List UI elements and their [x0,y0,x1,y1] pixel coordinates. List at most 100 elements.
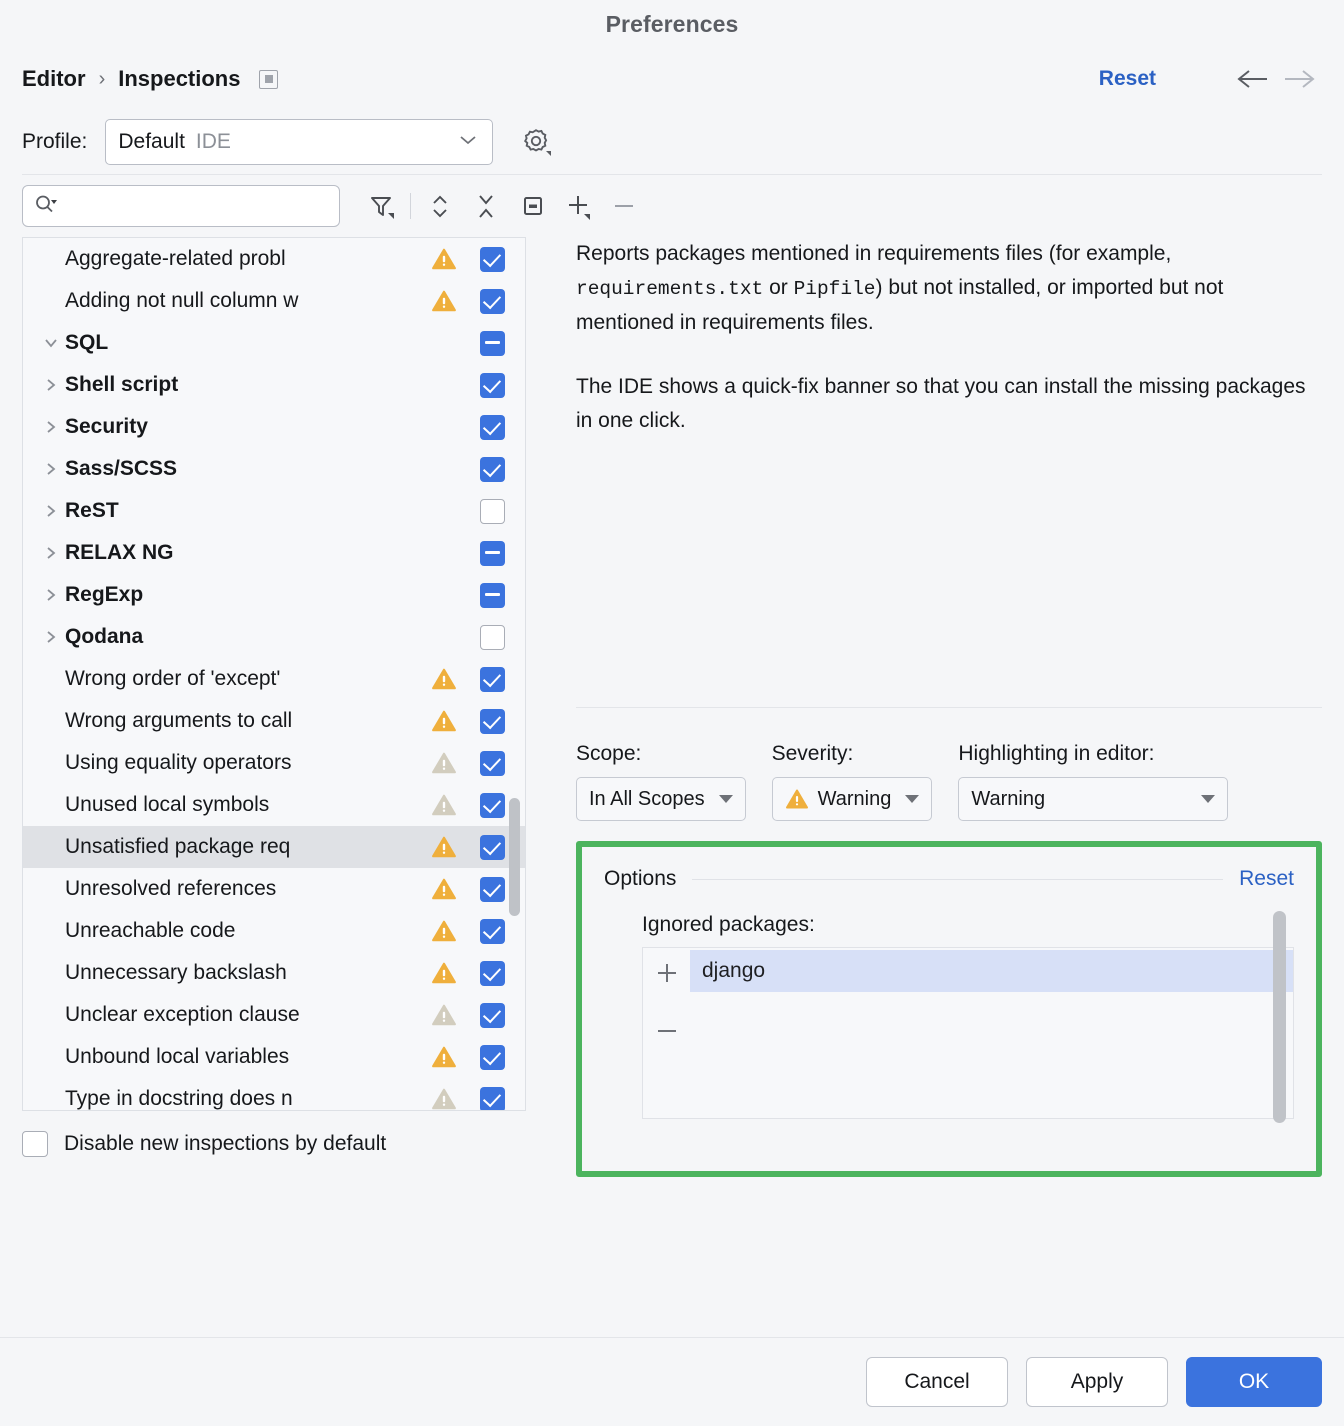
ok-button[interactable]: OK [1186,1357,1322,1407]
tree-row-checkbox[interactable] [480,625,505,650]
tree-row-checkbox[interactable] [480,961,505,986]
ignored-package-item[interactable]: django [690,950,1293,992]
tree-item-row[interactable]: Unused local symbols [23,784,525,826]
cancel-button[interactable]: Cancel [866,1357,1008,1407]
chevron-right-icon[interactable] [37,628,65,646]
tree-row-checkbox-cell[interactable] [459,457,525,482]
tree-group-row[interactable]: ReST [23,490,525,532]
tree-item-row[interactable]: Wrong arguments to call [23,700,525,742]
tree-row-checkbox-cell[interactable] [459,247,525,272]
tree-row-checkbox[interactable] [480,499,505,524]
profile-select[interactable]: Default IDE [105,119,493,165]
arrow-left-icon[interactable] [1230,66,1276,92]
tree-row-checkbox-cell[interactable] [459,1003,525,1028]
tree-row-checkbox-cell[interactable] [459,919,525,944]
tree-row-checkbox-cell[interactable] [459,709,525,734]
tree-row-checkbox-cell[interactable] [459,331,525,356]
chevron-right-icon[interactable] [37,544,65,562]
scope-select[interactable]: In All Scopes [576,777,746,821]
tree-row-checkbox-cell[interactable] [459,1045,525,1070]
tree-row-checkbox[interactable] [480,415,505,440]
inspections-tree[interactable]: Aggregate-related probl Adding not null … [22,237,526,1111]
tree-item-row[interactable]: Type in docstring does n [23,1078,525,1111]
window-title: Preferences [606,11,739,38]
tree-item-row[interactable]: Wrong order of 'except' [23,658,525,700]
tree-item-row[interactable]: Unbound local variables [23,1036,525,1078]
tree-row-checkbox-cell[interactable] [459,373,525,398]
chevron-right-icon[interactable] [37,376,65,394]
tree-row-checkbox[interactable] [480,1087,505,1112]
tree-row-checkbox[interactable] [480,835,505,860]
plus-icon[interactable] [650,956,684,990]
tree-row-checkbox[interactable] [480,541,505,566]
tree-item-row[interactable]: Unclear exception clause [23,994,525,1036]
tree-row-checkbox[interactable] [480,289,505,314]
tree-group-row[interactable]: Qodana [23,616,525,658]
filter-icon[interactable] [358,185,404,227]
search-field[interactable] [22,185,340,227]
warning-triangle-icon [429,246,459,272]
gear-icon[interactable] [517,122,557,162]
reset-link[interactable]: Reset [1099,67,1156,91]
tree-row-checkbox-cell[interactable] [459,751,525,776]
highlighting-select[interactable]: Warning [958,777,1228,821]
chevron-right-icon[interactable] [37,418,65,436]
tree-item-row[interactable]: Unreachable code [23,910,525,952]
tree-group-row[interactable]: SQL [23,322,525,364]
tree-item-row[interactable]: Adding not null column w [23,280,525,322]
tree-row-checkbox[interactable] [480,1045,505,1070]
tree-row-checkbox[interactable] [480,667,505,692]
expand-collapse-icon[interactable] [417,185,463,227]
tree-item-row[interactable]: Unsatisfied package req [23,826,525,868]
tree-row-checkbox[interactable] [480,247,505,272]
tree-group-row[interactable]: Sass/SCSS [23,448,525,490]
tree-group-row[interactable]: RELAX NG [23,532,525,574]
tree-row-checkbox-cell[interactable] [459,289,525,314]
tree-row-checkbox[interactable] [480,709,505,734]
options-scrollbar[interactable] [1273,911,1286,1123]
tree-item-row[interactable]: Aggregate-related probl [23,238,525,280]
tree-row-checkbox-cell[interactable] [459,415,525,440]
collapse-all-icon[interactable] [463,185,509,227]
tree-group-row[interactable]: RegExp [23,574,525,616]
tree-row-checkbox-cell[interactable] [459,625,525,650]
disable-new-inspections-checkbox[interactable] [22,1131,48,1157]
chevron-right-icon[interactable] [37,460,65,478]
tree-row-checkbox[interactable] [480,793,505,818]
tree-row-checkbox[interactable] [480,919,505,944]
tree-group-row[interactable]: Shell script [23,364,525,406]
search-input[interactable] [67,195,329,217]
tree-row-checkbox[interactable] [480,373,505,398]
group-by-icon[interactable] [509,185,555,227]
tree-group-row[interactable]: Security [23,406,525,448]
apply-button[interactable]: Apply [1026,1357,1168,1407]
options-reset-link[interactable]: Reset [1239,867,1294,891]
disable-new-inspections-row[interactable]: Disable new inspections by default [22,1111,526,1177]
tree-row-checkbox-cell[interactable] [459,667,525,692]
tree-row-checkbox[interactable] [480,1003,505,1028]
add-icon[interactable] [555,185,601,227]
chevron-down-icon[interactable] [37,335,65,351]
tree-item-row[interactable]: Unnecessary backslash [23,952,525,994]
chevron-right-icon[interactable] [37,502,65,520]
tree-item-row[interactable]: Using equality operators [23,742,525,784]
tree-row-checkbox[interactable] [480,331,505,356]
tree-row-checkbox[interactable] [480,583,505,608]
chevron-right-icon[interactable] [37,586,65,604]
arrow-right-icon[interactable] [1276,66,1322,92]
tree-scrollbar[interactable] [509,798,520,916]
tree-row-checkbox-cell[interactable] [459,541,525,566]
tree-row-checkbox-cell[interactable] [459,1087,525,1112]
tree-row-checkbox-cell[interactable] [459,583,525,608]
tree-row-checkbox-cell[interactable] [459,961,525,986]
tree-row-checkbox-cell[interactable] [459,499,525,524]
tree-row-checkbox[interactable] [480,457,505,482]
ignored-packages-list[interactable]: django [690,947,1294,1119]
tree-row-checkbox[interactable] [480,877,505,902]
remove-icon[interactable] [601,185,647,227]
tree-row-checkbox[interactable] [480,751,505,776]
minus-icon[interactable] [650,1014,684,1048]
tree-item-row[interactable]: Unresolved references [23,868,525,910]
severity-select[interactable]: Warning [772,777,933,821]
breadcrumb-parent[interactable]: Editor [22,66,86,92]
